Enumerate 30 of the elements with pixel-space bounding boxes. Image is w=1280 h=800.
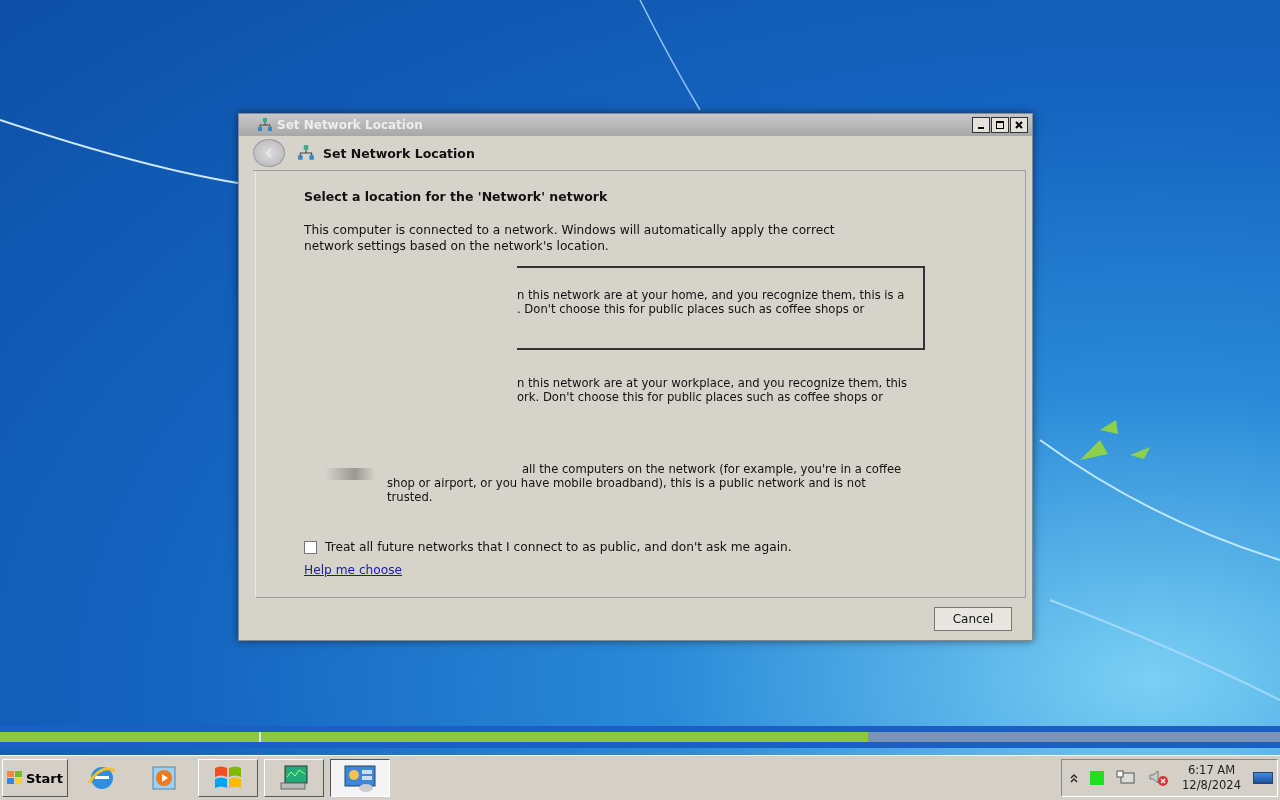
minimize-icon bbox=[978, 127, 984, 129]
start-button[interactable]: Start bbox=[2, 759, 68, 797]
location-option[interactable]: n this network are at your home, and you recognize them, this is a . Don't choose this for public places such as coffee shops or bbox=[517, 266, 925, 350]
control-panel-icon[interactable] bbox=[330, 759, 390, 797]
close-icon bbox=[1014, 120, 1024, 130]
network-icon bbox=[297, 144, 315, 162]
speaker-muted-icon[interactable] bbox=[1148, 769, 1171, 787]
page-title: Set Network Location bbox=[323, 145, 475, 161]
close-button[interactable] bbox=[1010, 117, 1028, 133]
maximize-icon bbox=[995, 120, 1005, 130]
cancel-button[interactable]: Cancel bbox=[934, 607, 1012, 631]
help-link[interactable]: Help me choose bbox=[304, 563, 403, 577]
monitor-icon[interactable] bbox=[264, 759, 324, 797]
network-icon[interactable] bbox=[1116, 770, 1137, 786]
show-desktop-button[interactable] bbox=[1253, 772, 1273, 784]
maximize-button[interactable] bbox=[991, 117, 1009, 133]
heading: Select a location for the 'Network' network bbox=[304, 189, 609, 204]
checkbox[interactable] bbox=[304, 540, 317, 554]
checkbox-label: Treat all future networks that I connect to as public, and don't ask me again. bbox=[325, 540, 792, 554]
location-option[interactable]: all the computers on the network (for example, you're in a coffee shop or airport, or you have mobile broadband), this is a public network and is not trusted. bbox=[375, 460, 904, 506]
clock[interactable]: 6:17 AM 12/8/2024 bbox=[1182, 763, 1241, 793]
chevron-up-icon[interactable] bbox=[1070, 773, 1079, 783]
minimize-button[interactable] bbox=[972, 117, 990, 133]
window-title: Set Network Location bbox=[277, 118, 423, 132]
blurred-icon bbox=[325, 468, 375, 480]
intro-text: This computer is connected to a network. Windows will automatically apply the correct network settings based on the network's location. bbox=[304, 222, 836, 254]
network-icon bbox=[257, 117, 273, 133]
windows-logo-icon[interactable] bbox=[198, 759, 258, 797]
location-option[interactable]: n this network are at your workplace, and you recognize them, this ork. Don't choose this for public places such as coffee shops or bbox=[517, 354, 925, 414]
windows-logo-icon bbox=[7, 771, 23, 785]
